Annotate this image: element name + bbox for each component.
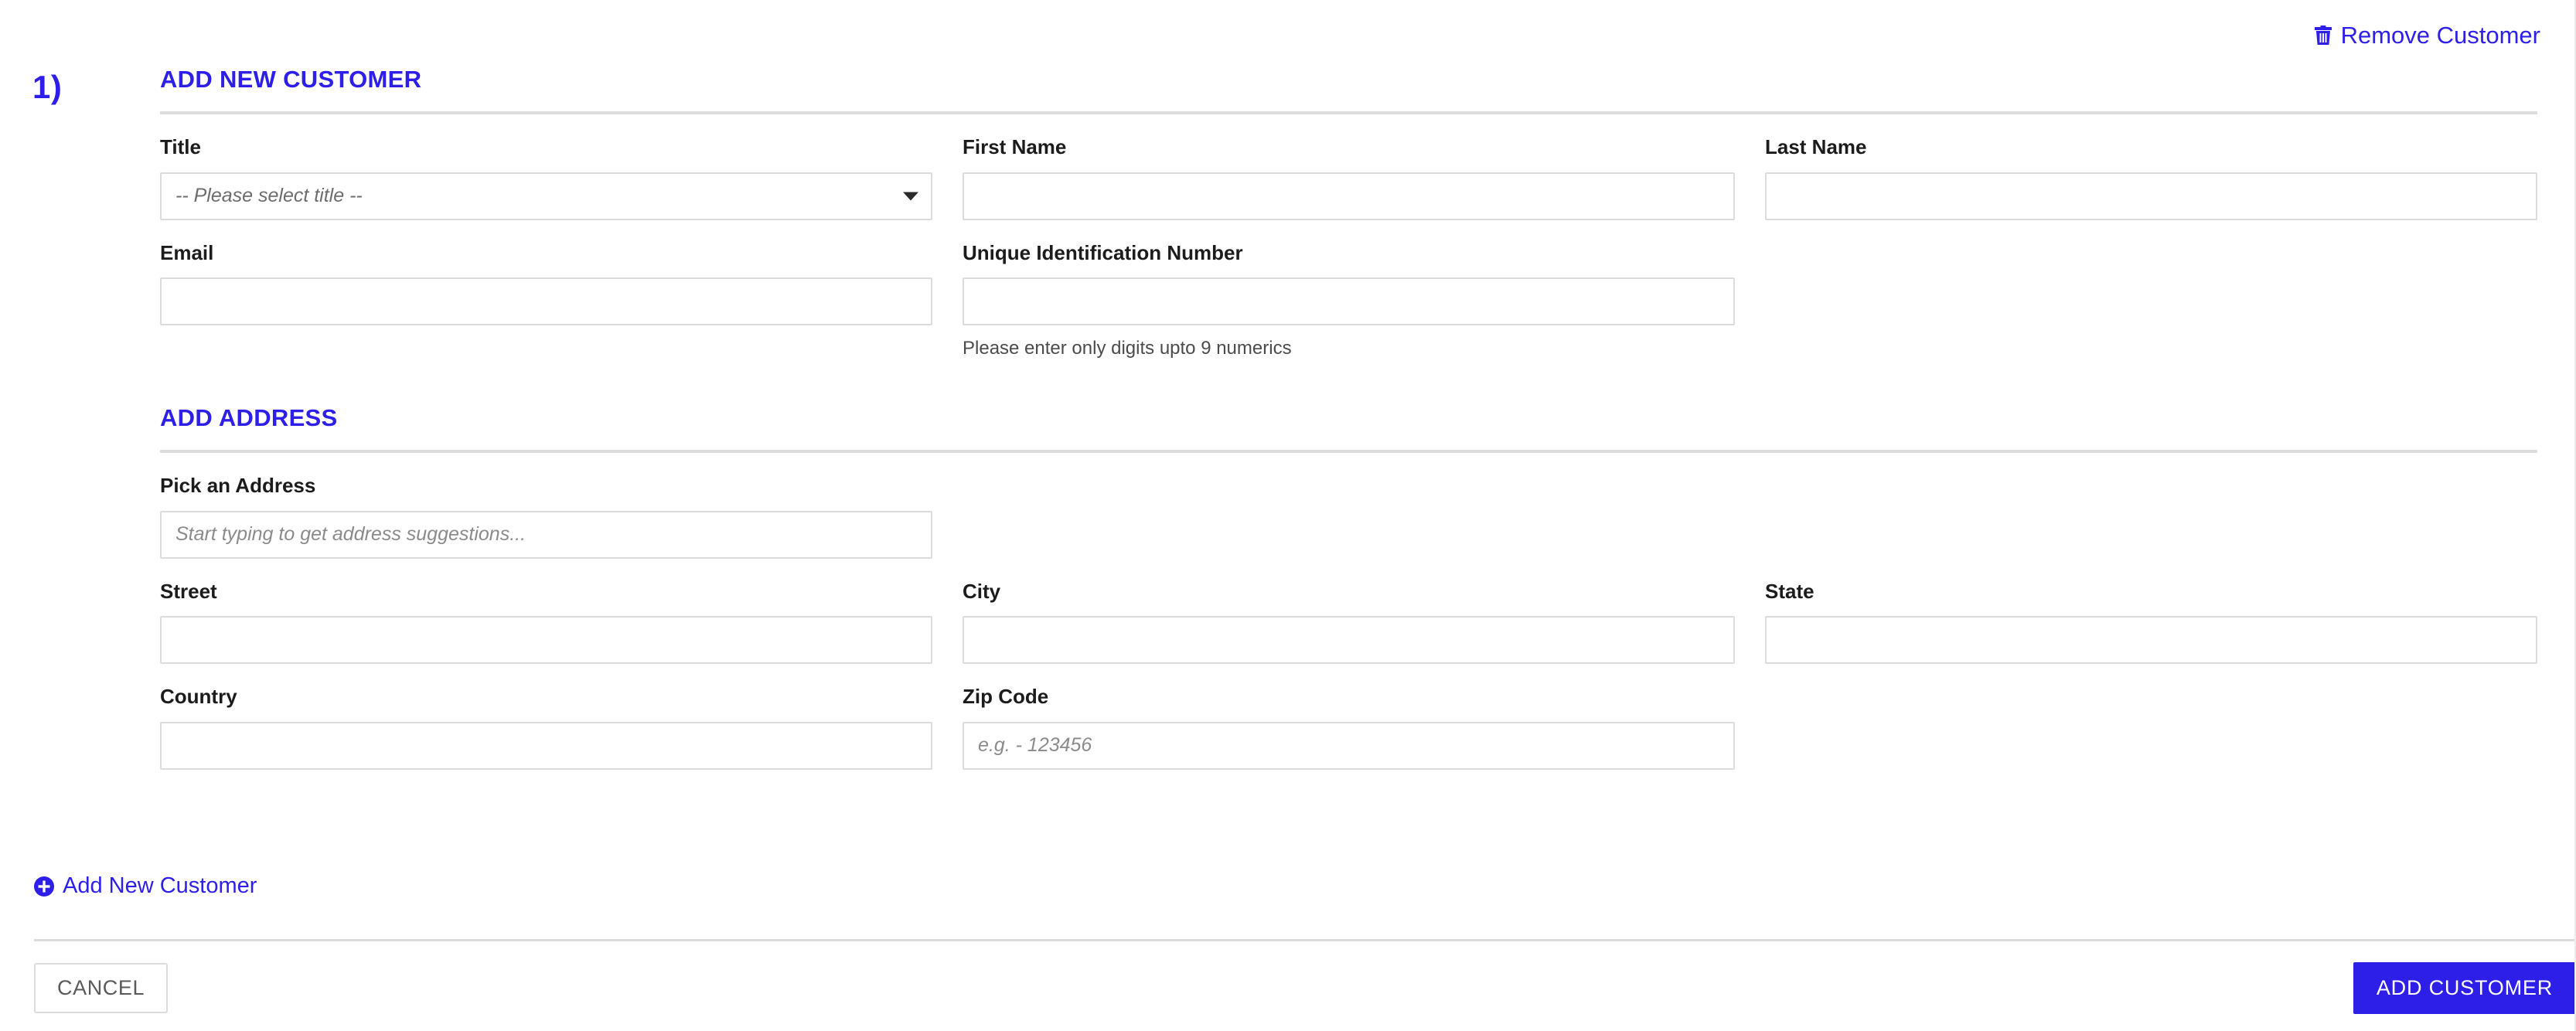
first-name-label: First Name [963,135,1067,159]
field-zip: Zip Code [963,686,1735,770]
spacer-col-2 [963,475,1735,559]
field-last-name: Last Name [1765,136,2537,220]
footer-divider [34,939,2576,941]
remove-customer-label: Remove Customer [2340,22,2540,49]
plus-circle-icon [34,876,54,897]
field-street: Street [160,580,932,665]
remove-customer-bar: Remove Customer [2314,23,2540,47]
form-footer: CANCEL ADD CUSTOMER [34,962,2576,1014]
cancel-button[interactable]: CANCEL [34,963,169,1013]
field-country: Country [160,686,932,770]
title-select[interactable]: -- Please select title -- [160,172,932,220]
spacer-col-3 [1765,475,2537,559]
field-state: State [1765,580,2537,665]
email-input[interactable] [160,277,932,326]
pick-address-input[interactable] [160,510,932,559]
title-select-value: -- Please select title -- [175,185,363,207]
street-label: Street [160,579,217,603]
step-number: 1) [32,69,63,105]
add-address-heading: ADD ADDRESS [160,404,338,432]
title-label: Title [160,135,201,159]
city-input[interactable] [963,616,1735,665]
email-label: Email [160,240,214,264]
first-name-input[interactable] [963,172,1735,220]
zip-label: Zip Code [963,685,1049,709]
field-email: Email [160,242,932,360]
row-country-zip: Country Zip Code [160,686,2537,770]
country-label: Country [160,685,237,709]
add-new-customer-row: Add New Customer [34,875,257,897]
section-divider-customer [160,111,2537,115]
add-new-customer-heading: ADD NEW CUSTOMER [160,66,422,93]
field-title: Title -- Please select title -- [160,136,932,220]
city-label: City [963,579,1001,603]
street-input[interactable] [160,616,932,665]
trash-icon [2314,25,2332,46]
field-city: City [963,580,1735,665]
last-name-label: Last Name [1765,135,1867,159]
row-email-uid: Email Unique Identification Number Pleas… [160,242,2537,360]
country-input[interactable] [160,721,932,770]
row-street-city-state: Street City State [160,580,2537,665]
spacer-col-4 [1765,686,2537,770]
remove-customer-link[interactable]: Remove Customer [2314,23,2540,47]
customer-form: ADD NEW CUSTOMER Title -- Please select … [160,66,2537,770]
pick-address-label: Pick an Address [160,474,316,498]
uid-label: Unique Identification Number [963,240,1243,264]
field-pick-address: Pick an Address [160,475,932,559]
add-new-customer-label: Add New Customer [63,873,257,898]
last-name-input[interactable] [1765,172,2537,220]
add-new-customer-link[interactable]: Add New Customer [34,875,257,897]
uid-input[interactable] [963,277,1735,326]
field-first-name: First Name [963,136,1735,220]
zip-input[interactable] [963,721,1735,770]
row-title-names: Title -- Please select title -- First Na… [160,136,2537,220]
section-divider-address [160,450,2537,454]
add-customer-button[interactable]: ADD CUSTOMER [2353,962,2576,1014]
spacer-col [1765,242,2537,360]
field-uid: Unique Identification Number Please ente… [963,242,1735,360]
title-select-wrapper: -- Please select title -- [160,172,932,220]
state-label: State [1765,579,1814,603]
state-input[interactable] [1765,616,2537,665]
uid-help-text: Please enter only digits upto 9 numerics [963,338,1292,359]
row-pick-address: Pick an Address [160,475,2537,559]
